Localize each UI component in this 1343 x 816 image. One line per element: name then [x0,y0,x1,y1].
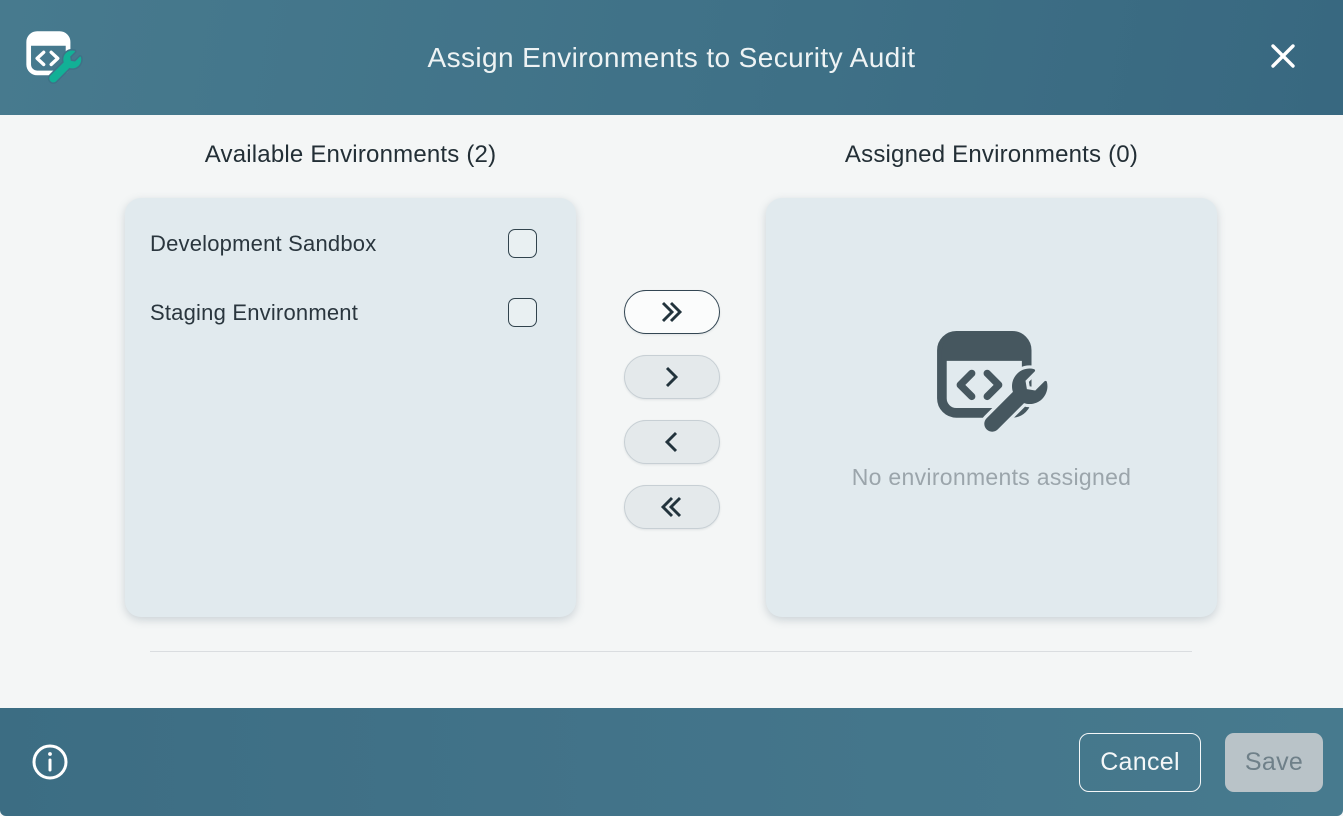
app-logo-code-wrench-icon [24,26,84,88]
transfer-controls [624,290,720,529]
assign-environments-dialog: Assign Environments to Security Audit Av… [0,0,1343,816]
dialog-footer: Cancel Save [0,708,1343,816]
info-icon [31,743,69,781]
environment-label: Staging Environment [150,300,358,326]
dialog-header: Assign Environments to Security Audit [0,0,1343,115]
environment-checkbox[interactable] [508,298,537,327]
dialog-title: Assign Environments to Security Audit [0,42,1343,74]
double-chevron-left-icon [657,495,687,519]
footer-divider [150,651,1192,652]
environment-label: Development Sandbox [150,231,376,257]
move-all-left-button[interactable] [624,485,720,529]
list-item-staging-environment[interactable]: Staging Environment [150,298,537,327]
available-environments-panel: Development Sandbox Staging Environment [125,198,576,617]
double-chevron-right-icon [657,300,687,324]
save-button[interactable]: Save [1225,733,1323,792]
empty-state: No environments assigned [766,198,1217,617]
environment-checkbox[interactable] [508,229,537,258]
close-button[interactable] [1259,32,1307,80]
chevron-right-icon [657,365,687,389]
move-left-button[interactable] [624,420,720,464]
chevron-left-icon [657,430,687,454]
move-right-button[interactable] [624,355,720,399]
assigned-environments-heading: Assigned Environments (0) [766,141,1217,169]
info-button[interactable] [28,740,72,784]
move-all-right-button[interactable] [624,290,720,334]
list-item-development-sandbox[interactable]: Development Sandbox [150,229,537,258]
available-environments-list: Development Sandbox Staging Environment [125,198,576,327]
empty-state-message: No environments assigned [852,464,1132,491]
close-icon [1267,40,1299,72]
assigned-environments-panel: No environments assigned [766,198,1217,617]
cancel-button[interactable]: Cancel [1079,733,1201,792]
code-window-wrench-icon [933,330,1051,436]
available-environments-heading: Available Environments (2) [125,141,576,169]
